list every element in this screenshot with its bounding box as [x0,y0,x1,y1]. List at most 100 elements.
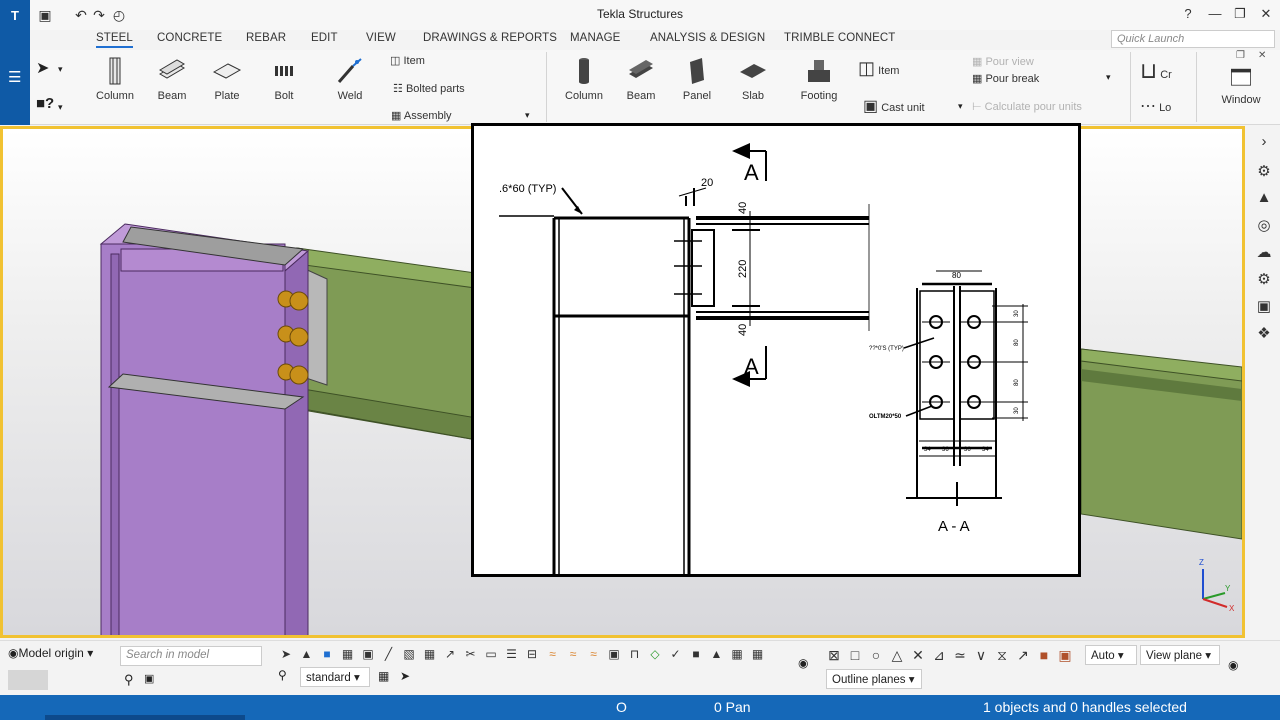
snap-switch-icon[interactable]: ✕ [910,647,926,663]
pour-break-button[interactable]: ▦ Pour break [972,72,1039,85]
menu-icon[interactable]: ☰ [8,68,21,86]
globe-icon[interactable]: ◎ [1254,216,1274,236]
tab-concrete[interactable]: CONCRETE [157,32,222,44]
steel-item-button[interactable]: ◫ Item [390,54,425,67]
help-icon[interactable]: ? [1178,5,1198,23]
selection-filter-icon[interactable]: ▲ [709,646,725,662]
apps-icon[interactable]: ❖ [1254,324,1274,344]
restore-icon[interactable]: ❐ [1230,5,1250,23]
selection-filter-icon[interactable]: ▦ [422,646,438,662]
window-button[interactable]: Window [1218,66,1264,106]
chevron-down-icon[interactable]: ▾ [958,101,963,112]
auto-dropdown[interactable]: Auto ▾ [1085,645,1137,665]
snap-switch-icon[interactable]: ↗ [1015,647,1031,663]
gear-icon[interactable]: ⚙ [1254,270,1274,290]
tab-steel[interactable]: STEEL [96,32,133,48]
tab-drawings-reports[interactable]: DRAWINGS & REPORTS [423,32,557,44]
selection-filter-icon[interactable]: ▲ [299,646,315,662]
search-icon[interactable]: ⚲ [124,672,134,688]
tab-trimble-connect[interactable]: TRIMBLE CONNECT [784,32,895,44]
close-icon[interactable]: ✕ [1258,50,1266,61]
tab-edit[interactable]: EDIT [311,32,338,44]
selection-filter-icon[interactable]: ■ [319,646,335,662]
concrete-item-button[interactable]: ◫ Item [858,58,899,79]
concrete-panel-button[interactable]: Panel [677,56,717,102]
selection-filter-icon[interactable]: ▣ [606,646,622,662]
inquire-icon[interactable]: ■? [36,95,54,112]
settings-help-icon[interactable]: ⚙ [1254,162,1274,182]
steel-weld-button[interactable]: Weld [330,56,370,102]
steel-beam-button[interactable]: Beam [152,56,192,102]
selection-filter-icon[interactable]: ☰ [504,646,520,662]
concrete-slab-button[interactable]: Slab [733,56,773,102]
zoom-selection-icon[interactable]: ▣ [144,672,154,685]
chevron-down-icon[interactable]: ▾ [1106,72,1111,83]
learning-icon[interactable]: ▲ [1254,188,1274,208]
selection-filter-icon[interactable]: ➤ [278,646,294,662]
snap-switch-icon[interactable]: △ [889,647,905,663]
selection-filter-icon[interactable]: ≈ [545,646,561,662]
tab-manage[interactable]: MANAGE [570,32,620,44]
snap-switch-icon[interactable]: ⧖ [994,647,1010,663]
selection-filter-icon[interactable]: ▭ [483,646,499,662]
expand-icon[interactable]: › [1254,132,1274,152]
view-buttons[interactable] [8,670,48,690]
selection-filter-icon[interactable]: ✂ [463,646,479,662]
snap-switch-icon[interactable]: ▣ [1057,647,1073,663]
select-arrow-icon[interactable]: ➤ [36,58,49,78]
calculate-pour-units-button[interactable]: ⊢ Calculate pour units [972,100,1082,113]
view-plane-dropdown[interactable]: View plane ▾ [1140,645,1220,665]
visibility-icon[interactable]: ◉ [1228,658,1238,672]
restore-icon[interactable]: ❐ [1236,50,1245,61]
steel-bolt-button[interactable]: Bolt [264,56,304,102]
lo-button[interactable]: ⋯ Lo [1140,96,1171,116]
selection-filter-icon[interactable]: ≈ [565,646,581,662]
selection-filter-icon[interactable]: ✓ [668,646,684,662]
concrete-column-button[interactable]: Column [564,56,604,102]
bolted-parts-button[interactable]: ☷ Bolted parts [393,82,465,95]
minimize-icon[interactable]: — [1205,5,1225,23]
cloud-icon[interactable]: ☁ [1254,243,1274,263]
selection-filter-icon[interactable]: ▦ [729,646,745,662]
selection-filter-icon[interactable]: ╱ [381,646,397,662]
cube-icon[interactable]: ▣ [1254,297,1274,317]
steel-plate-button[interactable]: Plate [207,56,247,102]
selection-filter-icon[interactable]: ≈ [586,646,602,662]
standard-dropdown[interactable]: standard ▾ [300,667,370,687]
outline-planes-dropdown[interactable]: Outline planes ▾ [826,669,922,689]
selection-filter-icon[interactable]: ◇ [647,646,663,662]
snap-icon[interactable]: ⚲ [278,668,287,682]
selection-filter-icon[interactable]: ↗ [442,646,458,662]
quick-launch-input[interactable]: Quick Launch [1111,30,1275,48]
steel-column-button[interactable]: Column [95,56,135,102]
visibility-icon[interactable]: ◉ [798,656,808,670]
selection-filter-icon[interactable]: ▦ [750,646,766,662]
tab-rebar[interactable]: REBAR [246,32,286,44]
snap-switch-icon[interactable]: ○ [868,647,884,663]
snap-switch-icon[interactable]: ≃ [952,647,968,663]
selection-filter-icon[interactable]: ■ [688,646,704,662]
pour-view-button[interactable]: ▦ Pour view [972,55,1034,68]
selection-filter-icon[interactable]: ▣ [360,646,376,662]
close-icon[interactable]: ✕ [1256,5,1276,23]
cast-unit-button[interactable]: ▣ Cast unit [863,96,925,116]
tab-view[interactable]: VIEW [366,32,396,44]
chevron-down-icon[interactable]: ▾ [58,64,63,75]
assembly-button[interactable]: ▦ Assembly [391,109,452,122]
search-model-input[interactable]: Search in model [120,646,262,666]
snap-switch-icon[interactable]: ⊠ [826,647,842,663]
selection-filter-icon[interactable]: ▦ [340,646,356,662]
snap-switch-icon[interactable]: □ [847,647,863,663]
tab-analysis-design[interactable]: ANALYSIS & DESIGN [650,32,765,44]
concrete-footing-button[interactable]: Footing [797,56,841,102]
selection-filter-icon[interactable]: ⊟ [524,646,540,662]
selection-filter-icon[interactable]: ⊓ [627,646,643,662]
concrete-beam-button[interactable]: Beam [621,56,661,102]
snap-switch-icon[interactable]: ■ [1036,647,1052,663]
snap-switch-icon[interactable]: ⊿ [931,647,947,663]
cr-button[interactable]: ⊔ Cr [1140,58,1172,84]
model-origin-dropdown[interactable]: ◉Model origin ▾ [8,646,93,660]
chevron-down-icon[interactable]: ▾ [58,102,63,113]
pointer-snap-icon[interactable]: ➤ [400,669,410,683]
snap-switch-icon[interactable]: ∨ [973,647,989,663]
